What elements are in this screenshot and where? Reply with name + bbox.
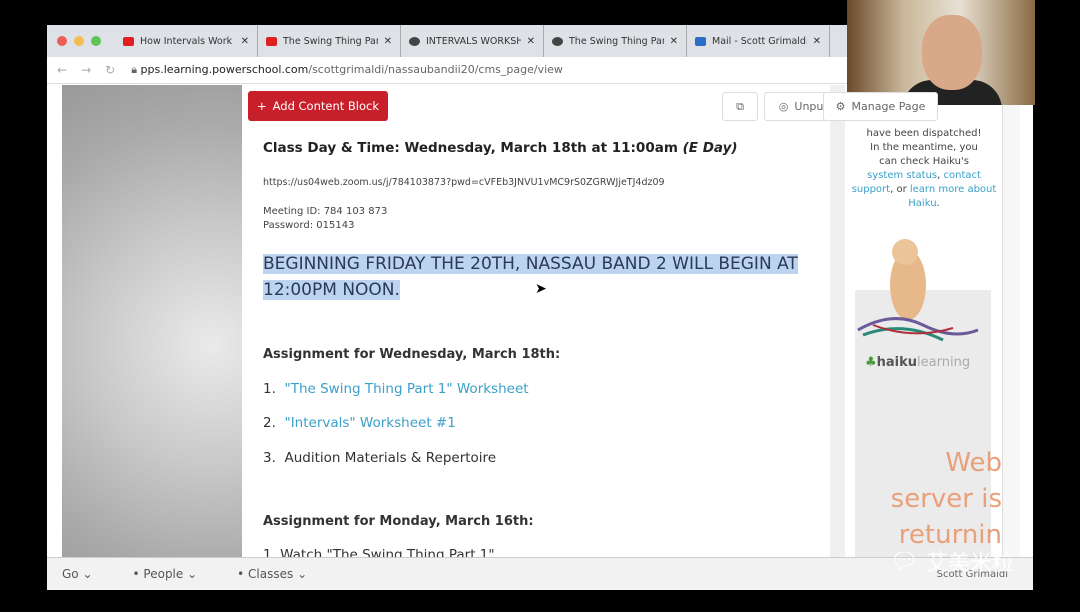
window-controls	[57, 36, 101, 46]
close-tab-icon[interactable]: ✕	[384, 36, 392, 47]
reload-icon[interactable]: ↻	[105, 63, 115, 77]
outlook-icon	[695, 36, 706, 46]
intervals-worksheet-link[interactable]: "Intervals" Worksheet #1	[284, 415, 455, 431]
globe-icon	[552, 36, 563, 46]
learn-more-link[interactable]: learn more about Haiku	[908, 184, 996, 209]
class-day-heading: Class Day & Time: Wednesday, March 18th …	[263, 140, 738, 156]
close-window-button[interactable]	[57, 36, 67, 46]
close-tab-icon[interactable]: ✕	[527, 36, 535, 47]
back-icon[interactable]: ←	[57, 63, 67, 77]
youtube-icon	[266, 36, 277, 46]
maximize-window-button[interactable]	[91, 36, 101, 46]
copy-icon: ⧉	[736, 99, 744, 113]
url-field[interactable]: 🔒︎ pps.learning.powerschool.com/scottgri…	[131, 63, 563, 77]
minimize-window-button[interactable]	[74, 36, 84, 46]
assignment-wed-heading: Assignment for Wednesday, March 18th:	[263, 347, 561, 362]
browser-tab[interactable]: INTERVALS WORKSH ✕	[401, 25, 544, 57]
bottom-nav: Go ⌄ • People ⌄ • Classes ⌄ Scott Grimal…	[47, 557, 1033, 590]
haiku-sidebar: ⚙ Manage Page have been dispatched! In the…	[823, 85, 1003, 557]
go-menu[interactable]: Go ⌄	[62, 567, 93, 581]
content-area: + Add Content Block ⧉ ◎ Unpublish Class Da…	[242, 85, 864, 563]
wechat-icon: 💬︎	[890, 548, 918, 574]
lock-icon: 🔒︎	[131, 63, 141, 76]
close-tab-icon[interactable]: ✕	[813, 36, 821, 47]
forward-icon[interactable]: →	[81, 63, 91, 77]
plus-icon: +	[256, 99, 267, 113]
close-tab-icon[interactable]: ✕	[241, 36, 249, 47]
gutter	[830, 85, 845, 557]
browser-tab[interactable]: The Swing Thing Par ✕	[544, 25, 687, 57]
zoom-link[interactable]: https://us04web.zoom.us/j/784103873?pwd=…	[263, 176, 665, 190]
add-content-block-button[interactable]: + Add Content Block	[248, 91, 388, 121]
browser-tab[interactable]: The Swing Thing Par ✕	[258, 25, 401, 57]
gear-icon: ⚙	[835, 100, 846, 113]
close-tab-icon[interactable]: ✕	[670, 36, 678, 47]
people-menu[interactable]: • People ⌄	[133, 567, 198, 581]
youtube-icon	[123, 36, 134, 46]
list-item: 1. "The Swing Thing Part 1" Worksheet	[263, 381, 529, 397]
list-item: 3. Audition Materials & Repertoire	[263, 450, 497, 466]
background-image	[62, 85, 242, 557]
system-status-link[interactable]: system status	[867, 170, 937, 181]
bonsai-icon: ♣	[865, 355, 877, 370]
globe-icon	[409, 36, 420, 46]
haiku-learning-logo: ♣haikulearning	[865, 355, 971, 370]
server-error-text: Web server is returnin	[890, 448, 1002, 550]
browser-window: How Intervals Work ✕ The Swing Thing Par ✕…	[47, 25, 1033, 590]
mouse-cursor-icon: ➤	[535, 281, 547, 297]
list-item: 2. "Intervals" Worksheet #1	[263, 415, 456, 431]
scrollbar[interactable]	[1003, 85, 1020, 557]
cat-illustration	[857, 239, 979, 342]
classes-menu[interactable]: • Classes ⌄	[237, 567, 307, 581]
broadcast-icon: ◎	[778, 100, 789, 113]
assignment-mon-heading: Assignment for Monday, March 16th:	[263, 514, 534, 529]
swing-thing-worksheet-link[interactable]: "The Swing Thing Part 1" Worksheet	[284, 381, 528, 397]
meeting-id: Meeting ID: 784 103 873	[263, 206, 388, 217]
watermark: 💬︎ 艾美米粒	[890, 548, 1014, 577]
meeting-password: Password: 015143	[263, 220, 355, 231]
error-message: have been dispatched! In the meantime, yo…	[851, 128, 997, 209]
webcam-overlay	[847, 0, 1035, 105]
manage-page-button[interactable]: ⚙ Manage Page	[823, 92, 938, 121]
copy-button[interactable]: ⧉	[722, 92, 758, 121]
browser-tab[interactable]: How Intervals Work ✕	[115, 25, 258, 57]
browser-tab[interactable]: Mail - Scott Grimaldi ✕	[687, 25, 830, 57]
